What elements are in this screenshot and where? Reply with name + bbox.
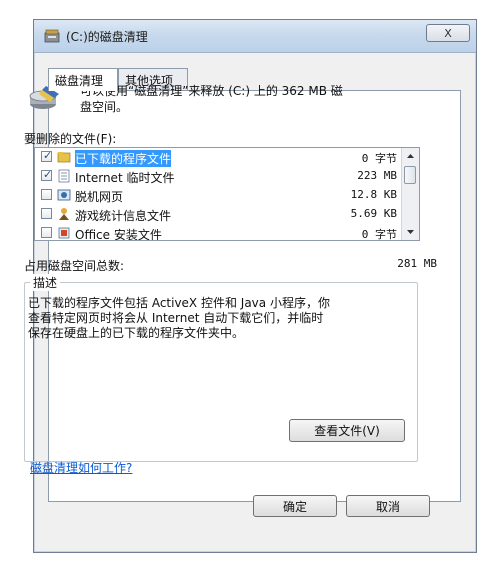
list-item[interactable]: 脱机网页 12.8 KB bbox=[35, 186, 403, 205]
description-line-2: 查看特定网页时将会从 Internet 自动下载它们，并临时 bbox=[28, 311, 324, 325]
file-size: 0 字节 bbox=[361, 228, 397, 241]
offline-page-icon bbox=[57, 189, 71, 201]
info-line-1: 可以使用“磁盘清理”来释放 (C:) 上的 362 MB 磁 bbox=[80, 84, 343, 98]
list-item[interactable]: Office 安装文件 0 字节 bbox=[35, 224, 403, 241]
description-legend: 描述 bbox=[30, 274, 61, 291]
checkbox[interactable]: ✓ bbox=[41, 149, 53, 162]
description-line-3: 保存在硬盘上的已下载的程序文件夹中。 bbox=[28, 326, 245, 340]
description-text: 已下载的程序文件包括 ActiveX 控件和 Java 小程序，你 查看特定网页… bbox=[28, 296, 418, 341]
list-item[interactable]: 游戏统计信息文件 5.69 KB bbox=[35, 205, 403, 224]
list-scrollbar[interactable] bbox=[401, 148, 419, 240]
file-size: 12.8 KB bbox=[350, 188, 397, 201]
tab-disk-cleanup[interactable]: 磁盘清理 bbox=[48, 68, 118, 91]
folder-icon bbox=[57, 152, 71, 163]
file-name: Office 安装文件 bbox=[75, 228, 162, 241]
file-size: 5.69 KB bbox=[350, 207, 397, 220]
scroll-thumb[interactable] bbox=[404, 166, 416, 184]
description-line-1: 已下载的程序文件包括 ActiveX 控件和 Java 小程序，你 bbox=[28, 296, 330, 310]
checkbox[interactable]: ✓ bbox=[41, 168, 53, 181]
info-text: 可以使用“磁盘清理”来释放 (C:) 上的 362 MB 磁 盘空间。 bbox=[80, 83, 420, 115]
title-bar[interactable]: (C:)的磁盘清理 X bbox=[34, 20, 476, 53]
list-item[interactable]: ✓ 已下载的程序文件 0 字节 bbox=[35, 148, 403, 167]
window-title: (C:)的磁盘清理 bbox=[66, 30, 148, 44]
files-to-delete-label: 要删除的文件(F): bbox=[24, 132, 117, 146]
files-list[interactable]: ✓ 已下载的程序文件 0 字节 ✓ Internet 临时文件 223 MB 脱… bbox=[34, 147, 420, 241]
file-name: 游戏统计信息文件 bbox=[75, 209, 172, 223]
office-setup-icon bbox=[58, 227, 70, 239]
file-name: 脱机网页 bbox=[75, 190, 124, 204]
file-name: Internet 临时文件 bbox=[75, 171, 175, 185]
info-line-2: 盘空间。 bbox=[80, 100, 129, 114]
checkbox[interactable] bbox=[41, 189, 52, 200]
file-name: 已下载的程序文件 bbox=[75, 150, 172, 167]
file-size: 0 字节 bbox=[361, 152, 397, 165]
chevron-down-icon bbox=[407, 230, 414, 234]
scroll-down-button[interactable] bbox=[402, 224, 419, 240]
chevron-up-icon bbox=[407, 154, 414, 158]
total-space-label: 占用磁盘空间总数: bbox=[24, 259, 125, 273]
view-files-button[interactable]: 查看文件(V) bbox=[289, 419, 405, 442]
checkmark-icon: ✓ bbox=[43, 149, 53, 162]
close-icon: X bbox=[444, 26, 452, 40]
ok-button[interactable]: 确定 bbox=[253, 495, 337, 517]
list-item[interactable]: ✓ Internet 临时文件 223 MB bbox=[35, 167, 403, 186]
how-disk-cleanup-works-link[interactable]: 磁盘清理如何工作? bbox=[30, 459, 132, 476]
checkbox[interactable] bbox=[41, 227, 52, 238]
game-stats-icon bbox=[59, 208, 69, 220]
scroll-up-button[interactable] bbox=[402, 148, 419, 164]
disk-cleanup-app-icon bbox=[44, 29, 60, 43]
document-icon bbox=[58, 169, 70, 183]
checkbox[interactable] bbox=[41, 208, 52, 219]
total-space-value: 281 MB bbox=[397, 257, 437, 270]
file-size: 223 MB bbox=[357, 169, 397, 182]
close-button[interactable]: X bbox=[426, 24, 470, 42]
checkmark-icon: ✓ bbox=[43, 168, 53, 181]
cancel-button[interactable]: 取消 bbox=[346, 495, 430, 517]
